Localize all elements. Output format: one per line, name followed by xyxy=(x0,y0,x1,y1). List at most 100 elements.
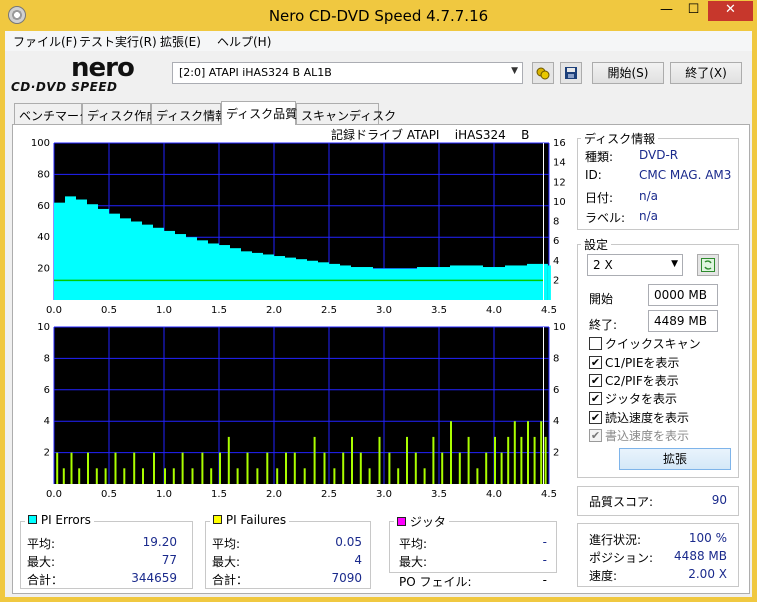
c1-x-tick-label: 2.5 xyxy=(321,305,337,315)
c2-bar xyxy=(520,436,523,484)
save-button[interactable] xyxy=(560,62,582,84)
c1-bar xyxy=(516,265,527,300)
c2-bar xyxy=(406,436,408,484)
chart2-plot-area xyxy=(54,327,549,484)
c2-bar xyxy=(123,468,126,484)
c1-x-tick-label: 4.5 xyxy=(541,305,557,315)
c1-bar xyxy=(230,248,241,300)
refresh-button[interactable] xyxy=(697,254,719,276)
c1-x-tick-label: 1.0 xyxy=(156,305,172,315)
checkbox-2[interactable]: ✔ xyxy=(589,374,602,387)
menu-extensions[interactable]: 拡張(E) xyxy=(160,33,201,50)
c2-x-tick-label: 0.0 xyxy=(46,489,62,499)
tab-scan-disc[interactable]: スキャンディスク xyxy=(296,103,396,124)
c2-bar xyxy=(62,468,65,484)
c2-y-tick-label: 10 xyxy=(37,322,50,333)
title-bar: Nero CD-DVD Speed 4.7.7.16 — ☐ ✕ xyxy=(0,0,757,31)
c2-bar xyxy=(276,468,279,484)
start-button[interactable]: 開始(S) xyxy=(592,62,664,84)
c1-y2-tick-label: 2 xyxy=(553,275,559,286)
c1-bar xyxy=(351,267,362,300)
nero-logo: nero CD·DVD SPEED xyxy=(11,53,171,95)
pi-errors-label: PI Errors xyxy=(40,513,91,527)
c1-bar xyxy=(219,245,230,300)
c1-bar xyxy=(340,265,351,300)
tab-disc-info[interactable]: ディスク情報 xyxy=(151,103,227,124)
menu-file[interactable]: ファイル(F) xyxy=(13,33,77,50)
c2-x-tick-label: 3.0 xyxy=(376,489,392,499)
minimize-button[interactable]: — xyxy=(653,1,680,21)
logo-brand: nero xyxy=(71,53,135,83)
c2-bar xyxy=(172,468,175,484)
pi-errors-max: 77 xyxy=(161,553,177,567)
c2-bar xyxy=(323,452,326,484)
speed-value: 2.00 X xyxy=(688,567,727,581)
disc-info-title: ディスク情報 xyxy=(581,130,659,147)
close-button[interactable]: ✕ xyxy=(708,1,753,21)
end-input[interactable]: 4489 MB xyxy=(648,310,718,332)
checkbox-0[interactable] xyxy=(589,337,602,350)
c2-bar xyxy=(432,436,435,484)
start-input[interactable]: 0000 MB xyxy=(648,284,718,306)
c2-bar xyxy=(533,436,536,484)
c1-bar xyxy=(65,196,76,300)
c1-bar xyxy=(538,263,548,300)
pi-failures-total: 7090 xyxy=(331,571,362,585)
c2-x-tick-label: 2.5 xyxy=(321,489,337,499)
c2-y-tick-label: 2 xyxy=(44,448,50,459)
checkbox-5: ✔ xyxy=(589,429,602,442)
c1-bar xyxy=(54,202,65,300)
drive-select[interactable]: [2:0] ATAPI iHAS324 B AL1B ▼ xyxy=(172,62,523,84)
menu-run-test[interactable]: テスト実行(R) xyxy=(79,33,157,50)
pi-failures-avg: 0.05 xyxy=(335,535,362,549)
c2-bar xyxy=(181,452,184,484)
tab-benchmark[interactable]: ベンチマーク xyxy=(14,103,91,124)
c1-y-tick-label: 40 xyxy=(37,232,50,243)
disc-id-label: ID: xyxy=(585,168,602,182)
c2-x-tick-label: 1.5 xyxy=(211,489,227,499)
c2-y-tick-label: 4 xyxy=(44,416,50,427)
c2-bar xyxy=(95,468,98,484)
speed-select-value: 2 X xyxy=(593,258,613,272)
c1-bar xyxy=(472,265,483,300)
c2-bar xyxy=(378,436,381,484)
po-fail-value: - xyxy=(542,573,547,587)
pi-failures-label: PI Failures xyxy=(225,513,287,527)
tab-disc-create[interactable]: ディスク作成 xyxy=(82,103,158,124)
c2-bar xyxy=(540,421,543,484)
c2-bar xyxy=(441,452,444,484)
chevron-down-icon: ▼ xyxy=(671,259,678,269)
c1-bar xyxy=(274,256,285,300)
c2-bar xyxy=(78,468,81,484)
checkbox-1[interactable]: ✔ xyxy=(589,356,602,369)
c2-bar xyxy=(164,468,166,484)
c2-y-tick-label: 8 xyxy=(44,353,50,364)
eject-button[interactable] xyxy=(532,62,554,84)
eject-icon xyxy=(536,67,550,80)
c2-bar xyxy=(303,468,306,484)
checkbox-3[interactable]: ✔ xyxy=(589,392,602,405)
advanced-button[interactable]: 拡張 xyxy=(619,448,731,470)
c1-bar xyxy=(439,267,450,300)
end-input-value: 4489 MB xyxy=(654,314,707,328)
jitter-avg: - xyxy=(542,535,547,549)
c1-bar xyxy=(197,240,208,300)
pi-failures-max-label: 最大: xyxy=(212,555,241,569)
tab-disc-quality[interactable]: ディスク品質 xyxy=(221,101,297,125)
c1-x-tick-label: 0.5 xyxy=(101,305,117,315)
pi-failures-max: 4 xyxy=(354,553,362,567)
exit-button[interactable]: 終了(X) xyxy=(670,62,742,84)
maximize-button[interactable]: ☐ xyxy=(680,1,707,21)
disc-type-label: 種類: xyxy=(585,150,614,164)
c2-bar xyxy=(153,452,155,484)
c2-bar xyxy=(333,468,336,484)
c2-bar xyxy=(227,436,230,484)
c1-bar xyxy=(186,237,197,300)
c2-bar xyxy=(476,468,479,484)
speed-select[interactable]: 2 X ▼ xyxy=(587,254,683,276)
checkbox-4[interactable]: ✔ xyxy=(589,411,602,424)
c2-x-tick-label: 4.0 xyxy=(486,489,502,499)
end-label: 終了: xyxy=(589,318,618,332)
c2-bar xyxy=(458,452,461,484)
menu-help[interactable]: ヘルプ(H) xyxy=(217,33,271,50)
